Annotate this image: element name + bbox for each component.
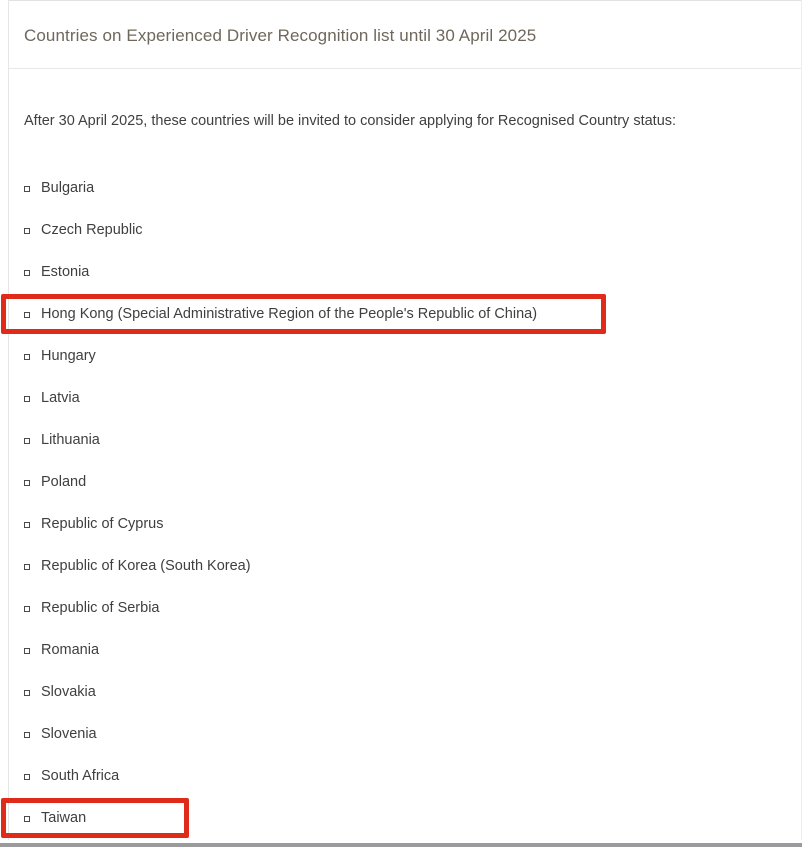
- open-square-bullet-icon: [24, 731, 30, 738]
- open-square-bullet-icon: [24, 185, 30, 192]
- country-name: Hungary: [41, 348, 96, 364]
- country-name: Republic of Cyprus: [41, 516, 164, 532]
- bottom-scrollbar[interactable]: [0, 840, 802, 847]
- list-item: Hong Kong (Special Administrative Region…: [1, 293, 801, 335]
- country-list: Bulgaria Czech Republic Estonia Hong Kong (…: [1, 167, 801, 839]
- open-square-bullet-icon: [24, 437, 30, 444]
- list-item: Lithuania: [9, 419, 801, 461]
- content-card: Countries on Experienced Driver Recognit…: [1, 0, 802, 840]
- open-square-bullet-icon: [24, 311, 30, 318]
- list-item: Czech Republic: [9, 209, 801, 251]
- open-square-bullet-icon: [24, 353, 30, 360]
- country-name: Poland: [41, 474, 87, 490]
- list-item: Republic of Korea (South Korea): [9, 545, 801, 587]
- list-item: Estonia: [9, 251, 801, 293]
- open-square-bullet-icon: [24, 605, 30, 612]
- list-item: Hungary: [9, 335, 801, 377]
- list-item: Bulgaria: [9, 167, 801, 209]
- list-item: Poland: [9, 461, 801, 503]
- open-square-bullet-icon: [24, 227, 30, 234]
- list-item: Republic of Cyprus: [9, 503, 801, 545]
- list-item: Republic of Serbia: [9, 587, 801, 629]
- list-item: Slovenia: [9, 713, 801, 755]
- country-name: Hong Kong (Special Administrative Region…: [41, 306, 538, 322]
- list-item: South Africa: [9, 755, 801, 797]
- card-header: Countries on Experienced Driver Recognit…: [9, 1, 801, 69]
- country-name: Czech Republic: [41, 222, 143, 238]
- country-name: Taiwan: [41, 810, 87, 826]
- country-name: Lithuania: [41, 432, 100, 448]
- screenshot-root: Countries on Experienced Driver Recognit…: [0, 0, 802, 847]
- intro-paragraph: After 30 April 2025, these countries wil…: [24, 113, 677, 129]
- open-square-bullet-icon: [24, 479, 30, 486]
- list-item: Latvia: [9, 377, 801, 419]
- list-item: Romania: [9, 629, 801, 671]
- country-name: Latvia: [41, 390, 80, 406]
- open-square-bullet-icon: [24, 773, 30, 780]
- list-item: Slovakia: [9, 671, 801, 713]
- open-square-bullet-icon: [24, 815, 30, 822]
- open-square-bullet-icon: [24, 647, 30, 654]
- list-item: Taiwan: [1, 797, 801, 839]
- country-name: Republic of Serbia: [41, 600, 160, 616]
- open-square-bullet-icon: [24, 269, 30, 276]
- page-title: Countries on Experienced Driver Recognit…: [24, 26, 537, 45]
- open-square-bullet-icon: [24, 689, 30, 696]
- card-body: After 30 April 2025, these countries wil…: [1, 69, 801, 840]
- country-name: Slovakia: [41, 684, 96, 700]
- country-name: Estonia: [41, 264, 90, 280]
- country-name: Romania: [41, 642, 100, 658]
- country-name: Bulgaria: [41, 180, 95, 196]
- bottom-scrollbar-track: [0, 840, 802, 843]
- country-name: Republic of Korea (South Korea): [41, 558, 251, 574]
- open-square-bullet-icon: [24, 521, 30, 528]
- country-name: Slovenia: [41, 726, 97, 742]
- country-name: South Africa: [41, 768, 120, 784]
- open-square-bullet-icon: [24, 395, 30, 402]
- open-square-bullet-icon: [24, 563, 30, 570]
